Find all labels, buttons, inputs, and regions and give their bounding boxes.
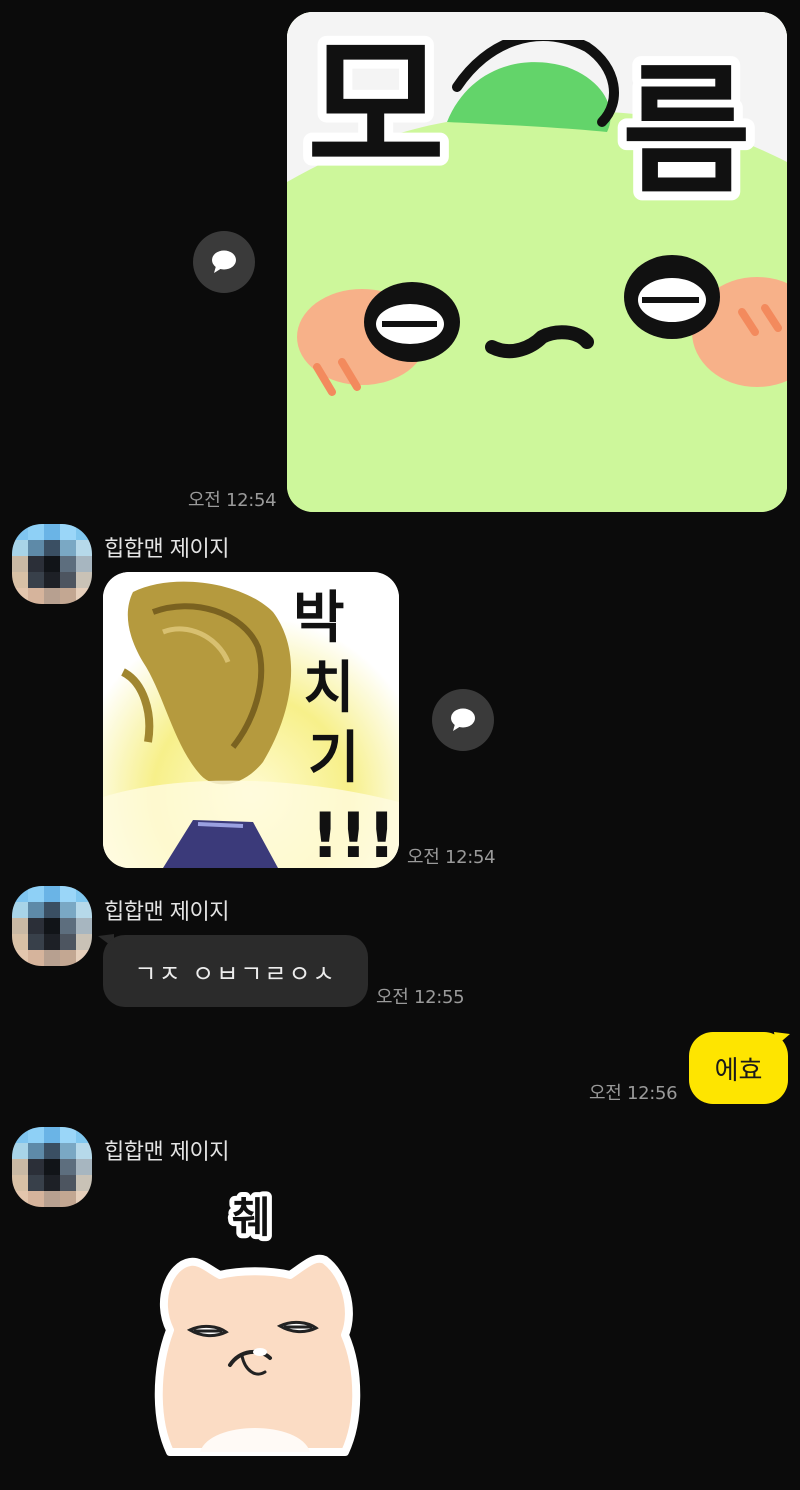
avatar[interactable]	[12, 886, 92, 966]
message-time: 오전 12:55	[376, 987, 465, 1008]
svg-text:기: 기	[308, 726, 360, 791]
svg-text:박: 박	[293, 586, 345, 651]
speech-bubble-icon	[212, 250, 236, 273]
sticker-image[interactable]: 박 치 기 !!!	[103, 572, 399, 868]
message-time: 오전 12:56	[589, 1083, 678, 1104]
avatar[interactable]	[12, 524, 92, 604]
sticker-image[interactable]: 모 모 름 름	[287, 12, 787, 512]
avatar[interactable]	[12, 1127, 92, 1207]
dragon-sticker: 박 치 기 !!!	[103, 572, 399, 868]
cat-sticker: 췌 췌	[154, 1188, 361, 1456]
svg-text:!!!: !!!	[311, 799, 396, 868]
sender-name: 힙합맨 제이지	[104, 537, 229, 562]
svg-text:췌: 췌	[232, 1193, 271, 1242]
message-bubble[interactable]: ㄱㅈ ㅇㅂㄱㄹㅇㅅ	[103, 935, 368, 1007]
sticker-image[interactable]: 췌 췌	[130, 1180, 380, 1470]
speech-bubble-icon	[451, 708, 475, 731]
bubble-tail	[774, 1032, 790, 1046]
green-character-sticker: 모 모 름 름	[287, 12, 787, 512]
reply-button[interactable]	[432, 689, 494, 751]
svg-text:치: 치	[303, 656, 355, 721]
sender-name: 힙합맨 제이지	[104, 900, 229, 925]
sender-name: 힙합맨 제이지	[104, 1140, 229, 1165]
reply-button[interactable]	[193, 231, 255, 293]
message-time: 오전 12:54	[188, 490, 277, 511]
svg-text:모: 모	[307, 22, 445, 196]
sticker-lettering: 췌 췌	[227, 1188, 276, 1247]
svg-text:름: 름	[622, 51, 751, 214]
message-time: 오전 12:54	[407, 847, 496, 868]
